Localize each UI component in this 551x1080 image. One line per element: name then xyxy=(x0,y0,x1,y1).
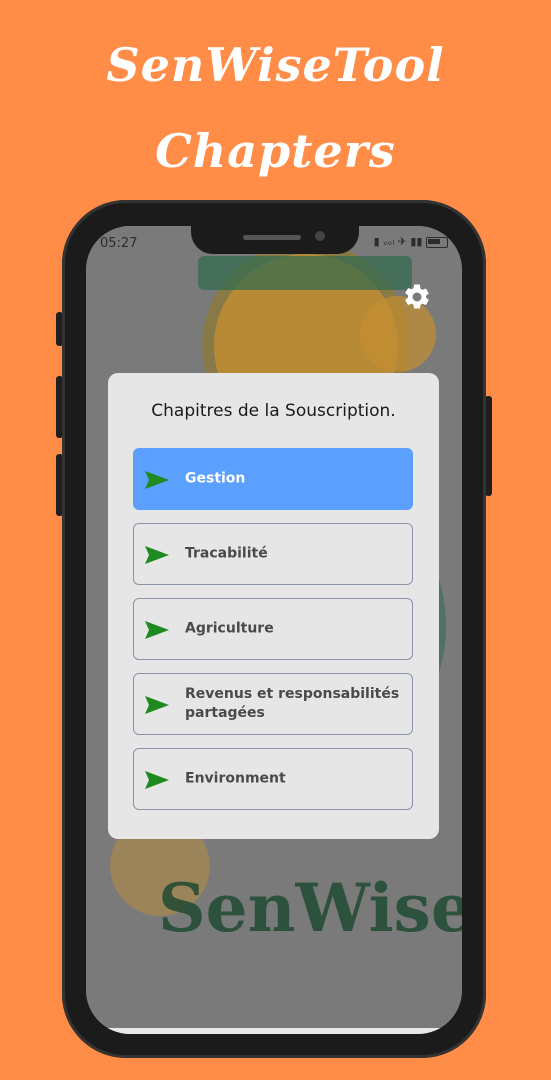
phone-frame: SenWiseTool 05:27 ▮ ᵥₒₗ ✈ ▮▮ Chapitres d… xyxy=(62,200,486,1058)
phone-screen: SenWiseTool 05:27 ▮ ᵥₒₗ ✈ ▮▮ Chapitres d… xyxy=(86,226,462,1034)
promo-title-line2: Chapters xyxy=(155,124,396,178)
chapter-label: Agriculture xyxy=(185,620,274,637)
status-time: 05:27 xyxy=(100,236,138,251)
phone-camera xyxy=(315,231,325,241)
arrow-send-icon xyxy=(145,696,169,714)
background-logo-text: SenWiseTool xyxy=(158,869,462,947)
status-signal-icons: ▮ ᵥₒₗ ✈ ▮▮ xyxy=(373,235,423,248)
phone-power-button xyxy=(485,396,492,496)
status-icons: ▮ ᵥₒₗ ✈ ▮▮ xyxy=(374,235,448,248)
chapters-dialog: Chapitres de la Souscription. Gestion Tr… xyxy=(108,373,439,839)
chapter-label: Revenus et responsabilités partagées xyxy=(185,686,400,721)
promo-title-line1: SenWiseTool xyxy=(106,38,445,92)
phone-speaker xyxy=(243,235,301,240)
chapter-item-environment[interactable]: Environment xyxy=(133,748,413,810)
chapter-item-tracabilite[interactable]: Tracabilité xyxy=(133,523,413,585)
chapter-item-gestion[interactable]: Gestion xyxy=(133,448,413,510)
arrow-send-icon xyxy=(145,471,169,489)
gear-icon[interactable] xyxy=(402,282,432,312)
battery-icon xyxy=(426,236,448,248)
chapter-label: Environment xyxy=(185,770,286,787)
phone-notch xyxy=(191,226,359,254)
chapter-item-agriculture[interactable]: Agriculture xyxy=(133,598,413,660)
bottom-bar xyxy=(86,1028,462,1034)
arrow-send-icon xyxy=(145,771,169,789)
arrow-send-icon xyxy=(145,621,169,639)
chapter-label: Gestion xyxy=(185,470,246,487)
dialog-title: Chapitres de la Souscription. xyxy=(151,401,396,421)
arrow-send-icon xyxy=(145,546,169,564)
chapter-label: Tracabilité xyxy=(185,545,268,562)
chapter-item-revenus[interactable]: Revenus et responsabilités partagées xyxy=(133,673,413,735)
